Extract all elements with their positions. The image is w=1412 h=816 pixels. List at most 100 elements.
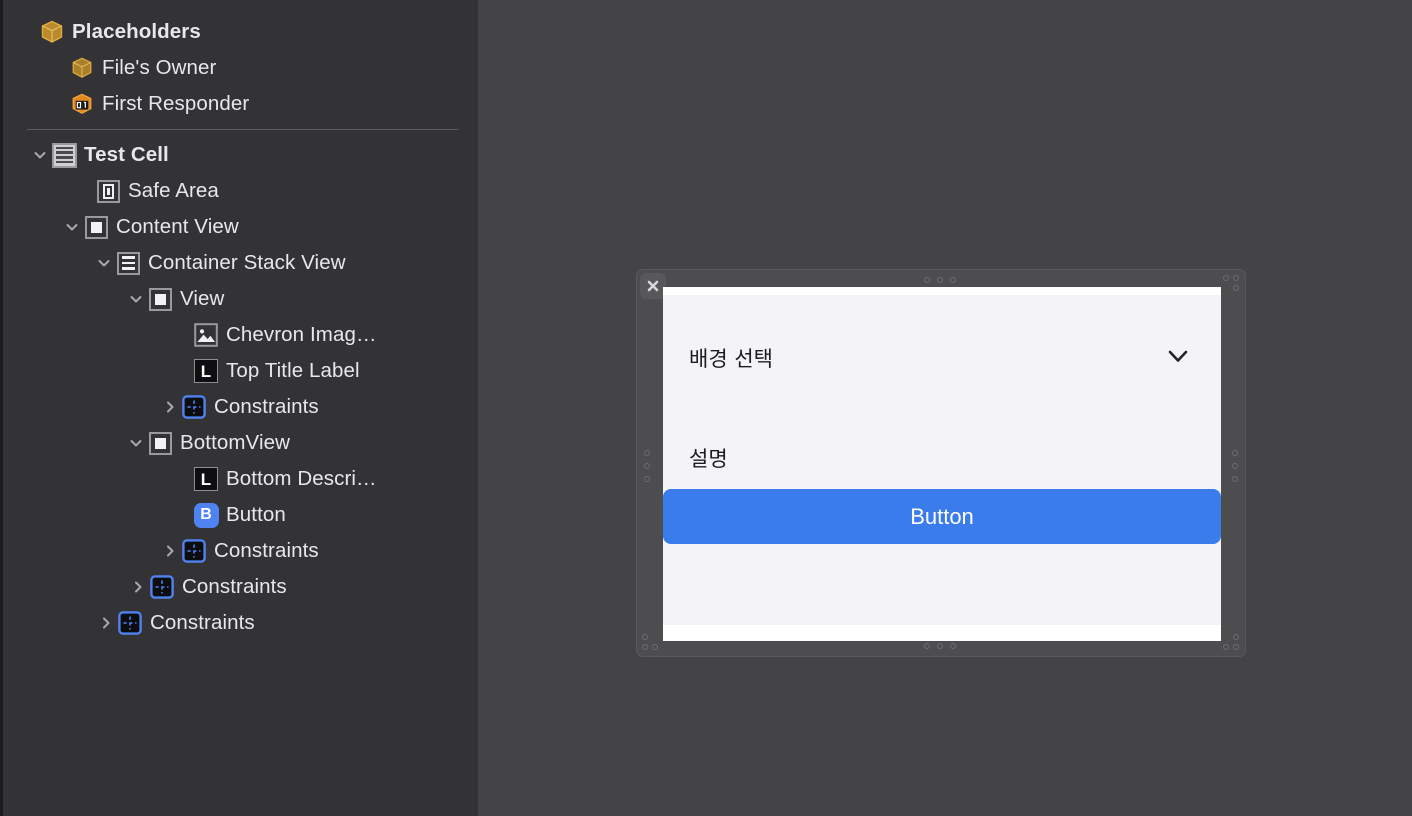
outline-row-safe-area[interactable]: Safe Area — [3, 173, 478, 209]
outline-divider — [27, 129, 458, 130]
outline-label: Bottom Descri… — [226, 467, 377, 490]
label-icon: L — [193, 358, 219, 384]
outline-row-constraints-view[interactable]: Constraints — [3, 389, 478, 425]
grip-dot — [1232, 450, 1238, 456]
cell-content-view: 배경 선택 설명 Button — [663, 295, 1221, 641]
chevron-right-icon[interactable] — [95, 605, 117, 641]
outline-row-constraints-stack-view[interactable]: Constraints — [3, 569, 478, 605]
chevron-down-icon[interactable] — [61, 209, 83, 245]
outline-label: Placeholders — [72, 20, 201, 43]
outline-row-constraints-content-view[interactable]: Constraints — [3, 605, 478, 641]
outline-row-placeholders[interactable]: Placeholders — [3, 14, 478, 50]
grip-dot — [1232, 463, 1238, 469]
resize-grip-right[interactable] — [1232, 450, 1238, 482]
resize-grip-top[interactable] — [924, 277, 956, 283]
grip-dot — [642, 644, 648, 650]
view-icon — [147, 286, 173, 312]
design-canvas[interactable]: 배경 선택 설명 Button — [478, 0, 1412, 816]
outline-label: Container Stack View — [148, 251, 346, 274]
button-icon: B — [193, 502, 219, 528]
constraints-icon — [181, 394, 207, 420]
xcode-interface-builder: Placeholders File's Owner First Responde… — [0, 0, 1412, 816]
grip-dot — [1233, 634, 1239, 640]
xib-placeholder-cube-icon — [39, 19, 65, 45]
outline-label: Content View — [116, 215, 239, 238]
outline-row-bottom-description-label[interactable]: L Bottom Descri… — [3, 461, 478, 497]
cell-button[interactable]: Button — [663, 489, 1221, 544]
grip-dot — [950, 643, 956, 649]
resize-grip-top-right[interactable] — [1223, 275, 1240, 292]
outline-label: Constraints — [214, 395, 319, 418]
grip-dot — [924, 643, 930, 649]
close-x-icon — [647, 280, 659, 292]
chevron-down-icon[interactable] — [1163, 341, 1193, 376]
outline-row-container-stack-view[interactable]: Container Stack View — [3, 245, 478, 281]
outline-row-content-view[interactable]: Content View — [3, 209, 478, 245]
resize-grip-bottom-right[interactable] — [1223, 634, 1240, 651]
grip-dot — [644, 450, 650, 456]
outline-label: Button — [226, 503, 286, 526]
outline-label: View — [180, 287, 225, 310]
grip-dot — [1233, 285, 1239, 291]
chevron-down-icon[interactable] — [125, 425, 147, 461]
resize-grip-bottom-left[interactable] — [642, 634, 659, 651]
outline-row-view[interactable]: View — [3, 281, 478, 317]
grip-dot — [924, 277, 930, 283]
outline-row-button[interactable]: B Button — [3, 497, 478, 533]
outline-row-test-cell[interactable]: Test Cell — [3, 137, 478, 173]
constraints-icon — [117, 610, 143, 636]
outline-label: Safe Area — [128, 179, 219, 202]
top-view: 배경 선택 — [663, 295, 1221, 415]
safe-area-icon — [95, 178, 121, 204]
image-view-icon — [193, 322, 219, 348]
table-view-cell-icon — [51, 142, 77, 168]
grip-dot — [642, 634, 648, 640]
outline-label: Constraints — [150, 611, 255, 634]
grip-dot — [937, 643, 943, 649]
cell-selection-frame[interactable]: 배경 선택 설명 Button — [636, 269, 1246, 657]
chevron-down-icon[interactable] — [29, 137, 51, 173]
file-owner-cube-icon — [69, 55, 95, 81]
grip-dot — [652, 644, 658, 650]
outline-tree: Placeholders File's Owner First Responde… — [3, 0, 478, 641]
resize-grip-left[interactable] — [644, 450, 650, 482]
outline-row-top-title-label[interactable]: L Top Title Label — [3, 353, 478, 389]
chevron-right-icon[interactable] — [159, 389, 181, 425]
grip-dot — [1223, 644, 1229, 650]
stack-view-icon — [115, 250, 141, 276]
outline-label: First Responder — [102, 92, 250, 115]
outline-row-constraints-bottom-view[interactable]: Constraints — [3, 533, 478, 569]
chevron-right-icon[interactable] — [127, 569, 149, 605]
document-outline-panel[interactable]: Placeholders File's Owner First Responde… — [0, 0, 478, 816]
outline-row-first-responder[interactable]: First Responder — [3, 86, 478, 122]
outline-label: Chevron Imag… — [226, 323, 377, 346]
chevron-right-icon[interactable] — [159, 533, 181, 569]
grip-dot — [1223, 275, 1229, 281]
outline-row-files-owner[interactable]: File's Owner — [3, 50, 478, 86]
outline-label: Test Cell — [84, 143, 169, 166]
cell-preview[interactable]: 배경 선택 설명 Button — [663, 287, 1221, 641]
outline-label: Top Title Label — [226, 359, 360, 382]
outline-label: Constraints — [182, 575, 287, 598]
chevron-down-icon[interactable] — [93, 245, 115, 281]
grip-dot — [1233, 275, 1239, 281]
grip-dot — [950, 277, 956, 283]
bottom-description-label: 설명 — [689, 447, 728, 471]
constraints-icon — [181, 538, 207, 564]
grip-dot — [644, 463, 650, 469]
view-icon — [147, 430, 173, 456]
outline-label: Constraints — [214, 539, 319, 562]
resize-grip-bottom[interactable] — [924, 643, 956, 649]
cell-bottom-spacer — [663, 625, 1221, 641]
grip-dot — [644, 476, 650, 482]
grip-dot — [1233, 644, 1239, 650]
outline-label: BottomView — [180, 431, 291, 454]
label-icon: L — [193, 466, 219, 492]
chevron-down-icon[interactable] — [125, 281, 147, 317]
first-responder-cube-icon — [69, 91, 95, 117]
view-icon — [83, 214, 109, 240]
outline-row-chevron-image-view[interactable]: Chevron Imag… — [3, 317, 478, 353]
outline-row-bottom-view[interactable]: BottomView — [3, 425, 478, 461]
outline-label: File's Owner — [102, 56, 217, 79]
top-title-label: 배경 선택 — [689, 347, 773, 371]
